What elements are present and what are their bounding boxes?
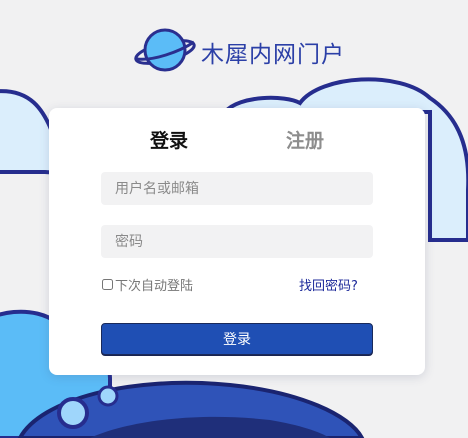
bubble-large [57,397,89,429]
remember-label: 下次自动登陆 [115,279,194,294]
brand-header: 木犀内网门户 [133,28,345,76]
brand-title: 木犀内网门户 [201,42,345,68]
login-button[interactable]: 登录 [101,323,373,355]
login-card: 登录 注册 下次自动登陆 找回密码? 登录 [49,108,425,375]
username-input[interactable] [101,172,373,205]
tab-login[interactable]: 登录 [150,126,188,153]
bubble-small [97,385,119,407]
planet-icon [133,28,197,76]
forgot-password-link[interactable]: 找回密码? [299,275,358,294]
tab-register[interactable]: 注册 [286,126,324,153]
password-input[interactable] [101,225,373,258]
remember-me[interactable]: 下次自动登陆 [101,275,193,294]
remember-checkbox[interactable] [102,279,113,290]
